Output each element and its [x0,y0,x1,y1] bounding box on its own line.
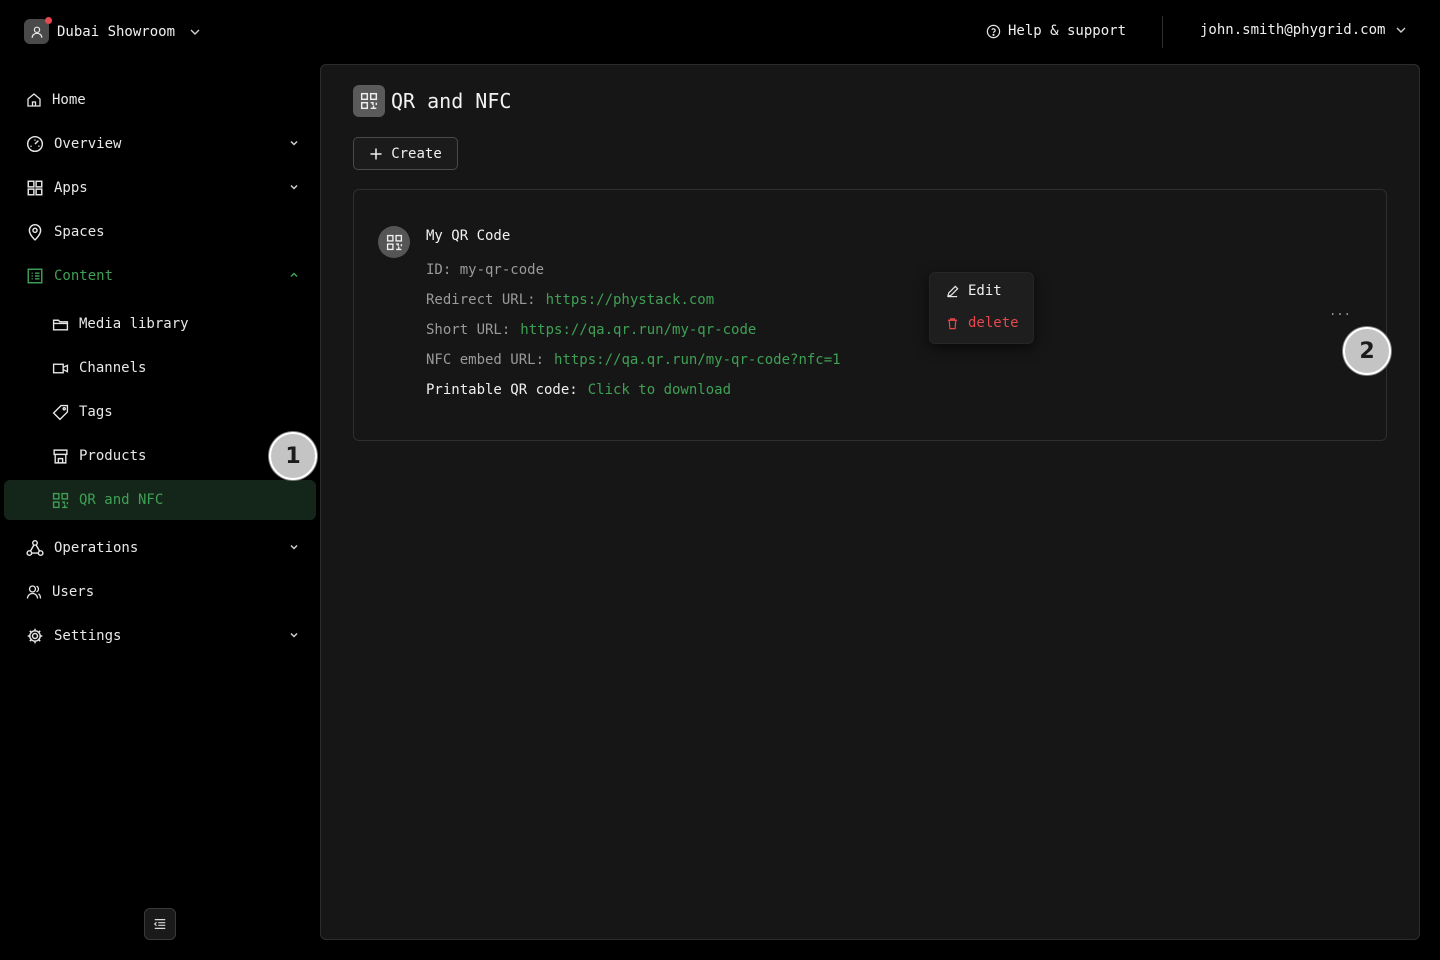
qr-icon [386,234,402,250]
topbar-divider [1162,16,1163,48]
qr-code-card: My QR Code ID: my-qr-code Redirect URL: h… [353,189,1387,441]
workspace-avatar [24,17,52,44]
sidebar-item-content[interactable]: Content [26,264,306,288]
account-email: john.smith@phygrid.com [1200,22,1386,38]
sidebar-item-overview[interactable]: Overview [26,132,306,156]
printable-qr-label: Printable QR code: [426,382,578,398]
collapse-sidebar-icon [153,919,166,929]
short-url-link[interactable]: https://qa.qr.run/my-qr-code [520,322,756,338]
help-support-link[interactable]: Help & support [986,23,1126,39]
trash-icon [947,317,958,329]
sidebar-item-qr-and-nfc[interactable]: QR and NFC [52,488,292,512]
sidebar-item-media-library[interactable]: Media library [52,312,292,336]
apps-grid-icon [27,180,43,196]
sidebar-item-label: Content [54,268,114,284]
user-icon [31,26,42,38]
folder-icon [52,319,69,331]
page-title: QR and NFC [391,89,512,113]
nfc-url-link[interactable]: https://qa.qr.run/my-qr-code?nfc=1 [554,352,841,368]
card-avatar [378,226,410,258]
sidebar-item-label: Operations [54,540,139,556]
sidebar-item-label: Settings [54,628,122,644]
badge-number: 1 [285,443,301,469]
gear-icon [27,628,43,644]
step-badge-2: 2 [1343,327,1391,375]
qr-id-row: ID: my-qr-code [426,262,544,278]
chevron-down-icon [1396,27,1406,33]
redirect-url-row: Redirect URL: https://phystack.com [426,292,714,308]
short-url-row: Short URL: https://qa.qr.run/my-qr-code [426,322,756,338]
help-circle-icon [986,24,1001,38]
top-bar: Dubai Showroom Help & support john.smith… [0,0,1440,64]
ellipsis-icon: ... [1329,304,1351,318]
page-header: QR and NFC [353,85,511,117]
main-panel: QR and NFC Create My QR Code ID: my-qr-c… [320,64,1420,940]
card-title: My QR Code [426,228,511,244]
short-url-label: Short URL: [426,322,511,338]
delete-menu-item[interactable]: delete [946,315,1019,331]
gauge-icon [26,135,44,153]
tag-icon [52,404,69,420]
printable-qr-row: Printable QR code: Click to download [426,382,731,398]
redirect-url-link[interactable]: https://phystack.com [546,292,715,308]
sidebar-item-channels[interactable]: Channels [52,356,292,380]
workspace-switcher[interactable]: Dubai Showroom [24,17,201,44]
home-icon [27,93,41,107]
users-icon [26,585,42,599]
sidebar-item-label: Tags [79,404,113,420]
sidebar-item-operations[interactable]: Operations [26,536,306,560]
chevron-down-icon [290,544,298,550]
qr-id: ID: my-qr-code [426,262,545,278]
create-label: Create [391,145,442,162]
delete-label: delete [968,315,1019,331]
collapse-sidebar-button[interactable] [144,908,176,940]
sidebar-item-label: Spaces [54,224,105,240]
redirect-url-label: Redirect URL: [426,292,536,308]
chevron-up-icon [290,272,298,278]
nfc-url-row: NFC embed URL: https://qa.qr.run/my-qr-co… [426,352,841,368]
chevron-down-icon [290,140,298,146]
chevron-down-icon [290,632,298,638]
content-list-icon [27,268,43,284]
qr-icon [360,92,378,110]
page-icon [353,85,385,117]
sidebar-item-label: Products [79,448,147,464]
sidebar-item-settings[interactable]: Settings [26,624,306,648]
more-options-button[interactable]: ... [1329,304,1351,318]
help-label: Help & support [1008,23,1127,39]
sidebar-item-label: Users [52,584,95,600]
card-actions-menu: Edit delete [929,272,1034,344]
chevron-down-icon [190,29,200,35]
badge-number: 2 [1359,338,1375,364]
qr-icon [52,492,69,508]
sidebar-item-label: Apps [54,180,88,196]
sidebar-item-label: Channels [79,360,147,376]
nfc-url-label: NFC embed URL: [426,352,545,368]
sidebar-item-spaces[interactable]: Spaces [26,220,306,244]
network-icon [26,539,44,557]
sidebar-item-home[interactable]: Home [26,88,306,112]
sidebar-item-label: Overview [54,136,122,152]
sidebar-item-label: Home [52,92,86,108]
edit-label: Edit [968,283,1002,299]
sidebar-item-products[interactable]: Products [52,444,292,468]
download-qr-link[interactable]: Click to download [588,382,731,398]
sidebar-item-tags[interactable]: Tags [52,400,292,424]
map-pin-icon [28,224,42,241]
notification-dot [45,17,52,24]
sidebar-item-label: Media library [79,316,189,332]
pencil-icon [946,285,959,297]
sidebar-item-label: QR and NFC [79,492,164,508]
account-menu[interactable]: john.smith@phygrid.com [1200,22,1407,38]
video-icon [52,363,69,373]
workspace-name: Dubai Showroom [57,23,176,40]
sidebar-item-users[interactable]: Users [26,580,306,604]
store-icon [53,448,68,464]
chevron-down-icon [290,184,298,190]
edit-menu-item[interactable]: Edit [946,283,1002,299]
step-badge-1: 1 [269,432,317,480]
sidebar-item-apps[interactable]: Apps [26,176,306,200]
create-button[interactable]: Create [353,137,458,170]
plus-icon [370,148,382,159]
